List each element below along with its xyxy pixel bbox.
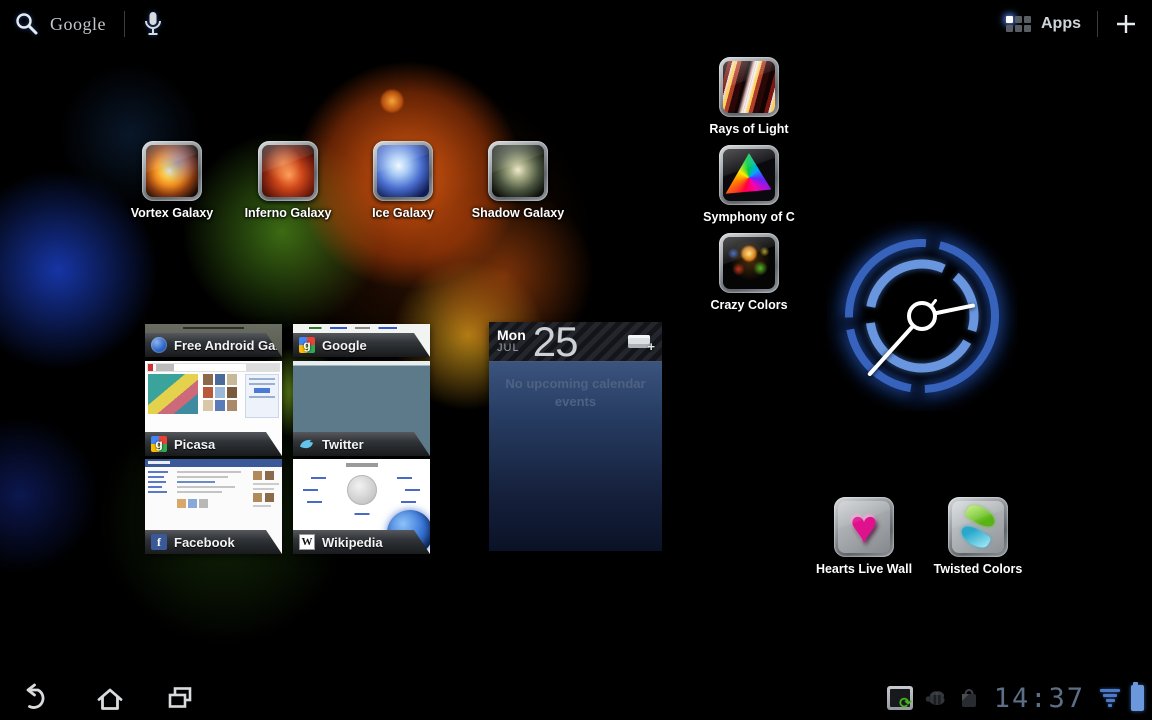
shortcut-ice-galaxy[interactable]: Ice Galaxy	[345, 141, 461, 220]
top-status-bar: Google Apps	[0, 0, 1152, 48]
ice-galaxy-icon	[373, 141, 433, 201]
voice-search-button[interactable]	[143, 10, 163, 38]
bookmark-label: Wikipedia	[322, 535, 383, 550]
apps-button[interactable]: Apps	[1006, 15, 1081, 33]
search-icon	[14, 11, 40, 37]
update-notification-icon: ⟳	[887, 686, 913, 710]
bookmark-wikipedia[interactable]: W Wikipedia	[293, 459, 430, 554]
shortcut-shadow-galaxy[interactable]: Shadow Galaxy	[460, 141, 576, 220]
home-button[interactable]	[88, 681, 132, 715]
clock-face	[827, 221, 1017, 411]
shortcut-label: Ice Galaxy	[345, 206, 461, 220]
apps-label: Apps	[1041, 15, 1081, 33]
shortcut-symphony-of-colors[interactable]: Symphony of C	[691, 145, 807, 224]
recent-apps-icon	[163, 683, 197, 713]
shortcut-label: Rays of Light	[691, 122, 807, 136]
add-event-icon[interactable]: +	[628, 333, 654, 351]
calendar-body: No upcoming calendar events	[489, 362, 662, 551]
bookmark-facebook[interactable]: f Facebook	[145, 459, 282, 554]
vortex-galaxy-icon	[142, 141, 202, 201]
back-icon	[17, 683, 51, 713]
calendar-widget[interactable]: Mon JUL 25 + No upcoming calendar events	[489, 322, 662, 552]
honeycomb-bee-icon	[924, 688, 948, 708]
picasa-icon: g	[151, 436, 167, 452]
plus-icon	[1114, 12, 1138, 36]
status-clock: 14:37	[994, 683, 1085, 714]
topbar-divider	[124, 11, 125, 37]
bookmark-label: Picasa	[174, 437, 215, 452]
battery-icon	[1131, 685, 1144, 711]
twisted-colors-icon	[948, 497, 1008, 557]
analog-clock-widget[interactable]	[827, 221, 1017, 411]
google-search-button[interactable]: Google	[14, 11, 106, 37]
bookmark-label: Google	[322, 338, 367, 353]
bookmark-twitter[interactable]: Twitter	[293, 361, 430, 456]
rays-of-light-icon	[719, 57, 779, 117]
google-logo-text: Google	[50, 14, 106, 35]
crazy-colors-icon	[719, 233, 779, 293]
inferno-galaxy-icon	[258, 141, 318, 201]
back-button[interactable]	[12, 681, 56, 715]
shortcut-vortex-galaxy[interactable]: Vortex Galaxy	[114, 141, 230, 220]
shortcut-label: Inferno Galaxy	[230, 206, 346, 220]
calendar-empty-message: No upcoming calendar events	[501, 362, 650, 410]
google-icon: g	[299, 337, 315, 353]
shortcut-crazy-colors[interactable]: Crazy Colors	[691, 233, 807, 312]
apps-grid-icon	[1006, 16, 1031, 32]
add-to-homescreen-button[interactable]	[1114, 12, 1138, 36]
calendar-date: 25	[533, 318, 578, 366]
bookmark-free-android-games[interactable]: Free Android Game…	[145, 324, 282, 357]
shortcut-twisted-colors[interactable]: Twisted Colors	[920, 497, 1036, 576]
signal-strength-icon	[1100, 689, 1120, 708]
shortcut-label: Crazy Colors	[691, 298, 807, 312]
twitter-icon	[299, 436, 315, 452]
calendar-month: JUL	[497, 343, 526, 355]
shortcut-label: Vortex Galaxy	[114, 206, 230, 220]
shortcut-label: Symphony of C	[691, 210, 807, 224]
bookmark-picasa[interactable]: g Picasa	[145, 361, 282, 456]
shortcut-label: Twisted Colors	[920, 562, 1036, 576]
recent-apps-button[interactable]	[158, 681, 202, 715]
topbar-divider	[1097, 11, 1098, 37]
bookmark-label: Free Android Game…	[174, 338, 307, 353]
shadow-galaxy-icon	[488, 141, 548, 201]
bookmark-label: Twitter	[322, 437, 364, 452]
hearts-live-wallpaper-icon: ♥	[834, 497, 894, 557]
bottom-system-bar: ⟳ 14:37	[0, 676, 1152, 720]
calendar-header: Mon JUL 25 +	[489, 322, 662, 362]
microphone-icon	[143, 10, 163, 38]
shortcut-label: Shadow Galaxy	[460, 206, 576, 220]
shortcut-label: Hearts Live Wall	[806, 562, 922, 576]
globe-icon	[151, 337, 167, 353]
symphony-of-colors-icon	[719, 145, 779, 205]
bookmark-google[interactable]: g Google	[293, 324, 430, 357]
shortcut-inferno-galaxy[interactable]: Inferno Galaxy	[230, 141, 346, 220]
home-screen: Google Apps	[0, 0, 1152, 720]
home-icon	[93, 683, 127, 713]
market-bag-icon	[959, 686, 979, 710]
bookmarks-widget: Free Android Game… g Google g Picasa	[145, 324, 430, 554]
shortcut-rays-of-light[interactable]: Rays of Light	[691, 57, 807, 136]
facebook-icon: f	[151, 534, 167, 550]
calendar-day: Mon	[497, 328, 526, 343]
shortcut-hearts-live-wallpaper[interactable]: ♥ Hearts Live Wall	[806, 497, 922, 576]
wikipedia-icon: W	[299, 534, 315, 550]
bookmark-label: Facebook	[174, 535, 235, 550]
status-tray[interactable]: ⟳ 14:37	[887, 676, 1144, 720]
